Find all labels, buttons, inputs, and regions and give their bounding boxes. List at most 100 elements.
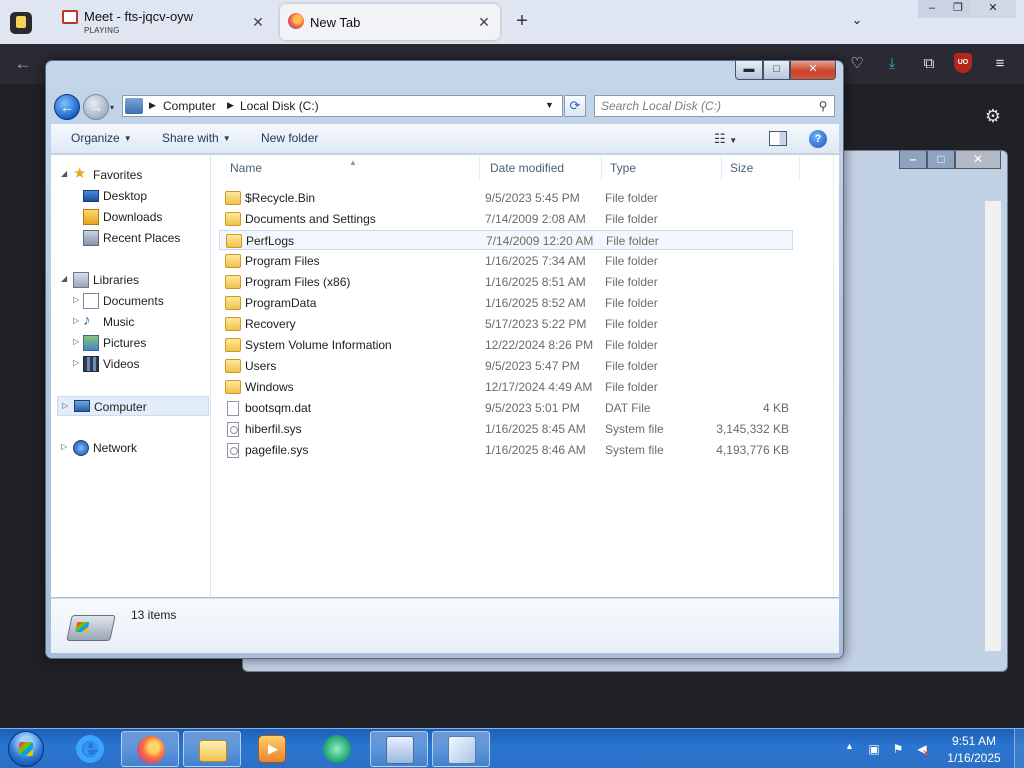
volume-muted-icon[interactable]: ◀ [913,740,931,762]
breadcrumb-chevron-icon[interactable]: ▶ [227,100,234,111]
collapse-arrow-icon[interactable]: ◢ [61,274,67,283]
search-box[interactable]: ⚲ [594,95,835,117]
taskbar-app-firefox[interactable] [121,731,179,767]
preview-pane-icon[interactable] [769,131,787,146]
minimize-button[interactable]: ▬ [735,61,763,80]
expand-arrow-icon[interactable]: ▷ [62,401,68,410]
arrow-left-icon[interactable]: ← [12,54,34,74]
forward-arrow-icon[interactable]: → [83,94,109,120]
breadcrumb-local-disk[interactable]: Local Disk (C:) [240,99,319,113]
maximize-button[interactable]: □ [763,61,790,80]
ublock-origin-icon[interactable]: UO [954,53,972,73]
back-arrow-icon[interactable]: ← [54,94,80,120]
file-row[interactable]: bootsqm.dat 9/5/2023 5:01 PM DAT File 4 KB [219,398,793,418]
share-with-button[interactable]: Share with ▼ [162,131,231,145]
control-panel-icon [386,736,414,764]
taskbar-app-chat[interactable] [308,731,366,767]
puzzle-icon[interactable]: ⧉ [918,53,940,75]
expand-arrow-icon[interactable]: ▷ [73,295,79,304]
expand-arrow-icon[interactable]: ▷ [73,316,79,325]
file-row[interactable]: $Recycle.Bin 9/5/2023 5:45 PM File folder [219,188,793,208]
folder-icon [225,212,241,226]
nav-item-downloads[interactable]: Downloads [51,207,209,227]
pocket-icon[interactable]: ♡ [846,53,868,75]
help-icon[interactable]: ? [809,130,827,148]
organize-button[interactable]: Organize ▼ [71,131,132,145]
close-button[interactable]: ✕ [955,151,1001,169]
breadcrumb-chevron-icon[interactable]: ▶ [149,100,156,111]
file-row[interactable]: Program Files (x86) 1/16/2025 8:51 AM File… [219,272,793,292]
nav-favorites[interactable]: ◢ ★ Favorites [51,165,209,185]
nav-computer[interactable]: ▷ Computer [57,396,209,416]
column-label: Size [730,161,754,175]
maximize-button[interactable]: □ [927,151,955,169]
column-header-size[interactable]: Size [722,155,800,181]
nav-libraries-label: Libraries [93,273,140,287]
change-view-icon[interactable]: ☷ ▼ [714,131,754,147]
close-button[interactable]: ✕ [790,61,836,80]
browser-close-button[interactable]: ✕ [970,0,1016,18]
recent-pages-chevron-icon[interactable]: ▾ [110,103,114,112]
action-center-flag-icon[interactable]: ⚑ [889,740,907,758]
nav-item-desktop[interactable]: Desktop [51,186,209,206]
nav-libraries[interactable]: ◢ Libraries [51,270,209,290]
scrollbar[interactable] [985,201,1001,651]
nav-item-documents[interactable]: ▷ Documents [51,291,209,311]
nav-network[interactable]: ▷ Network [51,438,209,458]
clock-time[interactable]: 9:51 AM [944,734,1004,748]
download-arrow-icon[interactable]: ⤓ [881,53,903,75]
expand-arrow-icon[interactable]: ▷ [73,337,79,346]
file-row[interactable]: System Volume Information 12/22/2024 8:26… [219,335,793,355]
taskbar-app-control-panel[interactable] [370,731,428,767]
expand-arrow-icon[interactable]: ▷ [73,358,79,367]
search-input[interactable] [595,96,809,116]
tab-title: New Tab [310,15,361,30]
address-history-chevron-icon[interactable]: ▼ [545,100,554,110]
minimize-button[interactable]: – [899,151,927,169]
network-tray-icon[interactable]: ▣ [865,740,883,758]
tab-close-icon[interactable]: ✕ [248,12,268,32]
browser-tab-new-tab[interactable]: New Tab ✕ [280,4,500,40]
hamburger-menu-icon[interactable]: ≡ [989,53,1011,75]
collapse-arrow-icon[interactable]: ◢ [61,169,67,178]
column-header-type[interactable]: Type [602,155,722,181]
file-row[interactable]: Documents and Settings 7/14/2009 2:08 AM F… [219,209,793,229]
address-bar[interactable]: ▶ Computer ▶ Local Disk (C:) ▼ [122,95,563,117]
browser-tab-meet[interactable]: Meet - fts-jqcv-oyw PLAYING ✕ [0,0,276,44]
search-icon[interactable]: ⚲ [815,98,831,114]
new-folder-button[interactable]: New folder [261,131,318,145]
taskbar-app-media-player[interactable] [243,731,301,767]
show-desktop-button[interactable] [1014,729,1024,768]
tab-close-icon[interactable]: ✕ [474,12,494,32]
nav-item-videos[interactable]: ▷ Videos [51,354,209,374]
file-row[interactable]: Program Files 1/16/2025 7:34 AM File folde… [219,251,793,271]
breadcrumb-computer[interactable]: Computer [163,99,216,113]
file-row[interactable]: Recovery 5/17/2023 5:22 PM File folder [219,314,793,334]
file-row[interactable]: hiberfil.sys 1/16/2025 8:45 AM System file… [219,419,793,439]
file-row[interactable]: PerfLogs 7/14/2009 12:20 AM File folder [219,230,793,250]
file-row[interactable]: Windows 12/17/2024 4:49 AM File folder [219,377,793,397]
file-row[interactable]: ProgramData 1/16/2025 8:52 AM File folder [219,293,793,313]
show-hidden-icons-icon[interactable]: ▲ [845,741,854,751]
folder-icon [225,380,241,394]
column-header-date-modified[interactable]: Date modified [482,155,602,181]
gear-icon[interactable]: ⚙ [983,106,1003,126]
refresh-icon[interactable]: ⟳ [564,95,586,117]
nav-item-recent-places[interactable]: Recent Places [51,228,209,248]
expand-arrow-icon[interactable]: ▷ [61,442,67,451]
taskbar-app-internet-explorer[interactable] [61,731,119,767]
start-button[interactable] [8,731,44,767]
browser-maximize-button[interactable]: ❐ [946,0,970,18]
nav-item-music[interactable]: ▷ ♪ Music [51,312,209,332]
playing-audio-icon[interactable] [62,10,78,24]
file-row[interactable]: Users 9/5/2023 5:47 PM File folder [219,356,793,376]
column-header-name[interactable]: Name ▲ [222,155,480,181]
file-row[interactable]: pagefile.sys 1/16/2025 8:46 AM System file… [219,440,793,460]
browser-minimize-button[interactable]: – [918,0,946,18]
new-tab-button[interactable]: + [510,10,534,34]
clock-date[interactable]: 1/16/2025 [942,751,1006,765]
taskbar-app-file-explorer[interactable] [183,731,241,767]
taskbar-app-notepad[interactable] [432,731,490,767]
list-all-tabs-chevron-icon[interactable]: ⌄ [846,12,868,32]
nav-item-pictures[interactable]: ▷ Pictures [51,333,209,353]
